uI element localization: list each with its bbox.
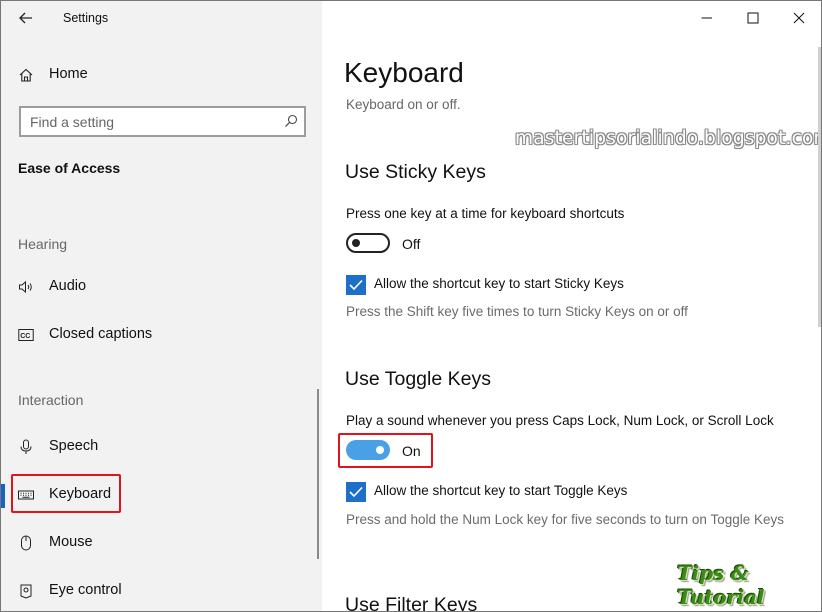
sticky-keys-heading: Use Sticky Keys	[345, 161, 486, 183]
sidebar-item-label: Closed captions	[49, 326, 153, 342]
back-arrow-icon	[19, 12, 32, 24]
sidebar-item-label: Keyboard	[49, 486, 112, 502]
toggle-keys-shortcut-checkbox-row[interactable]: Allow the shortcut key to start Toggle K…	[346, 482, 806, 502]
sidebar-item-label: Home	[49, 66, 88, 82]
sticky-keys-toggle[interactable]	[346, 233, 390, 253]
sidebar-item-mouse[interactable]: Mouse	[1, 523, 322, 563]
toggle-keys-description: Play a sound whenever you press Caps Loc…	[346, 413, 774, 428]
search-icon[interactable]	[284, 114, 298, 128]
toggle-keys-toggle-state: On	[402, 443, 421, 459]
checkbox-label: Allow the shortcut key to start Sticky K…	[374, 276, 624, 291]
checkmark-icon	[349, 279, 363, 291]
eye-control-icon	[20, 584, 32, 599]
sidebar-item-label: Speech	[49, 438, 99, 454]
filter-keys-heading: Use Filter Keys	[345, 594, 478, 612]
close-button[interactable]	[776, 1, 821, 35]
brand-logo: Tips & Tutorial	[677, 561, 765, 609]
minimize-icon	[701, 17, 712, 19]
toggle-keys-shortcut-checkbox[interactable]	[346, 482, 366, 502]
toggle-knob	[376, 446, 384, 454]
settings-window: Settings Home Ease of Access Hearing Aud…	[0, 0, 822, 612]
watermark: mastertipsorialindo.blogspot.com	[515, 128, 822, 149]
cc-icon: CC	[18, 329, 34, 341]
sticky-keys-shortcut-checkbox-row[interactable]: Allow the shortcut key to start Sticky K…	[346, 275, 806, 295]
sidebar-item-eye-control[interactable]: Eye control	[1, 571, 322, 611]
toggle-knob	[352, 239, 360, 247]
sticky-keys-toggle-state: Off	[402, 236, 421, 252]
page-title: Keyboard	[344, 57, 464, 88]
toggle-keys-hint: Press and hold the Num Lock key for five…	[346, 512, 784, 527]
home-icon	[19, 68, 33, 82]
sticky-keys-hint: Press the Shift key five times to turn S…	[346, 304, 688, 319]
sidebar-item-closed-captions[interactable]: CC Closed captions	[1, 315, 322, 355]
microphone-icon	[20, 439, 32, 454]
main-pane: Keyboard Keyboard on or off. mastertipso…	[322, 1, 822, 612]
checkmark-icon	[349, 486, 363, 498]
toggle-keys-heading: Use Toggle Keys	[345, 368, 491, 390]
search-input[interactable]	[21, 108, 271, 135]
sidebar-item-keyboard[interactable]: Keyboard	[1, 475, 322, 515]
keyboard-icon	[18, 490, 34, 500]
sidebar-item-home[interactable]: Home	[1, 55, 322, 95]
back-button[interactable]	[15, 7, 37, 29]
group-heading-interaction: Interaction	[18, 392, 84, 408]
sticky-keys-description: Press one key at a time for keyboard sho…	[346, 206, 625, 221]
minimize-button[interactable]	[684, 1, 730, 35]
page-subtitle: Keyboard on or off.	[346, 97, 461, 112]
main-scrollbar[interactable]	[818, 47, 821, 327]
close-icon	[793, 12, 805, 24]
sidebar-item-label: Eye control	[49, 582, 122, 598]
sidebar-item-label: Audio	[49, 278, 87, 294]
sidebar-item-speech[interactable]: Speech	[1, 427, 322, 467]
group-heading-hearing: Hearing	[18, 236, 68, 252]
maximize-icon	[747, 12, 759, 24]
titlebar-left: Settings	[1, 1, 322, 35]
speaker-icon	[19, 280, 32, 294]
checkbox-label: Allow the shortcut key to start Toggle K…	[374, 483, 628, 498]
sidebar-scrollbar[interactable]	[317, 389, 319, 559]
mouse-icon	[21, 535, 31, 551]
sidebar-item-label: Mouse	[49, 534, 93, 550]
sidebar-item-audio[interactable]: Audio	[1, 267, 322, 307]
search-box[interactable]	[19, 106, 306, 137]
sidebar: Settings Home Ease of Access Hearing Aud…	[1, 1, 322, 611]
sticky-keys-shortcut-checkbox[interactable]	[346, 275, 366, 295]
toggle-keys-toggle[interactable]	[346, 440, 390, 460]
app-title: Settings	[63, 11, 109, 25]
svg-text:CC: CC	[20, 333, 30, 340]
maximize-button[interactable]	[730, 1, 776, 35]
section-title: Ease of Access	[18, 160, 121, 176]
